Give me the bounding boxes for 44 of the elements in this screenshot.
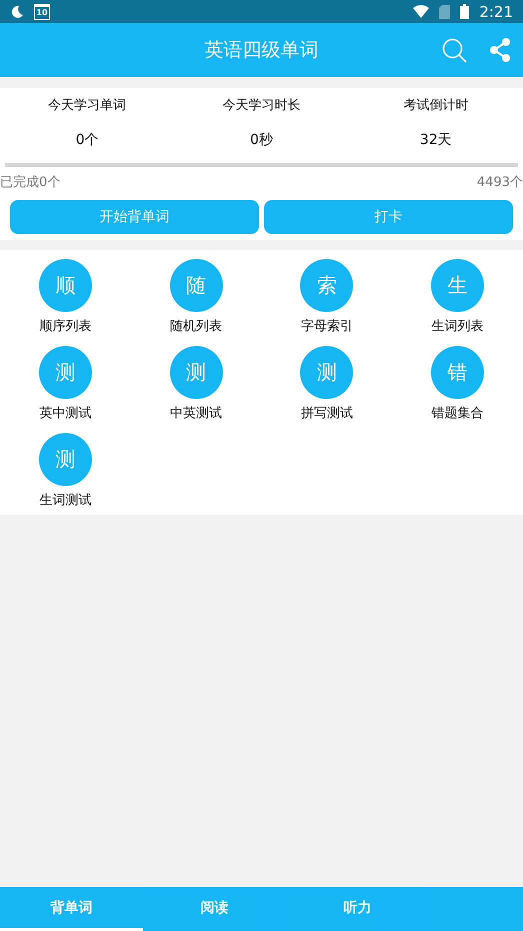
stat-value: 32天 — [420, 131, 452, 149]
feature-label: 字母索引 — [300, 318, 353, 335]
feature-item[interactable]: 测 拼写测试 — [262, 346, 392, 422]
completed-count: 已完成0个 — [0, 174, 60, 191]
wifi-icon — [413, 5, 430, 18]
clock-time: 2:21 — [479, 2, 513, 20]
feature-icon: 测 — [38, 433, 92, 486]
feature-item[interactable]: 随 随机列表 — [130, 259, 262, 335]
feature-icon: 随 — [170, 259, 223, 312]
feature-icon: 测 — [38, 346, 92, 399]
feature-item[interactable]: 测 生词测试 — [0, 433, 131, 509]
feature-icon: 测 — [300, 346, 354, 399]
feature-icon: 测 — [170, 346, 223, 399]
feature-label: 拼写测试 — [300, 405, 353, 422]
search-icon[interactable] — [442, 38, 467, 62]
feature-item[interactable]: 测 中英测试 — [130, 346, 262, 422]
moon-icon — [10, 4, 24, 18]
feature-label: 英中测试 — [39, 405, 92, 422]
feature-label: 生词测试 — [39, 492, 92, 509]
feature-item[interactable]: 测 英中测试 — [0, 346, 131, 422]
stat-value: 0秒 — [250, 131, 273, 149]
feature-item[interactable]: 索 字母索引 — [262, 259, 392, 335]
feature-label: 生词列表 — [432, 318, 484, 335]
feature-icon: 索 — [300, 259, 354, 312]
feature-item[interactable]: 错 错题集合 — [392, 346, 523, 422]
feature-icon: 错 — [431, 346, 484, 399]
share-icon[interactable] — [489, 38, 511, 62]
feature-label: 中英测试 — [170, 405, 222, 422]
feature-item[interactable]: 顺 顺序列表 — [0, 259, 131, 335]
feature-label: 随机列表 — [170, 318, 222, 335]
feature-label: 错题集合 — [432, 405, 484, 422]
battery-icon — [460, 4, 470, 19]
feature-item[interactable]: 生 生词列表 — [392, 259, 523, 335]
feature-icon: 顺 — [38, 259, 92, 312]
total-count: 4493个 — [476, 174, 523, 191]
feature-icon: 生 — [431, 259, 484, 312]
feature-label: 顺序列表 — [39, 318, 92, 335]
sim-icon — [439, 4, 450, 18]
stat-label: 今天学习时长 — [222, 97, 300, 114]
stat-label: 考试倒计时 — [403, 97, 468, 114]
calendar-icon: 10 — [34, 4, 50, 20]
stat-value: 0个 — [76, 131, 99, 149]
stat-label: 今天学习单词 — [48, 97, 126, 114]
app-title: 英语四级单词 — [204, 38, 318, 63]
